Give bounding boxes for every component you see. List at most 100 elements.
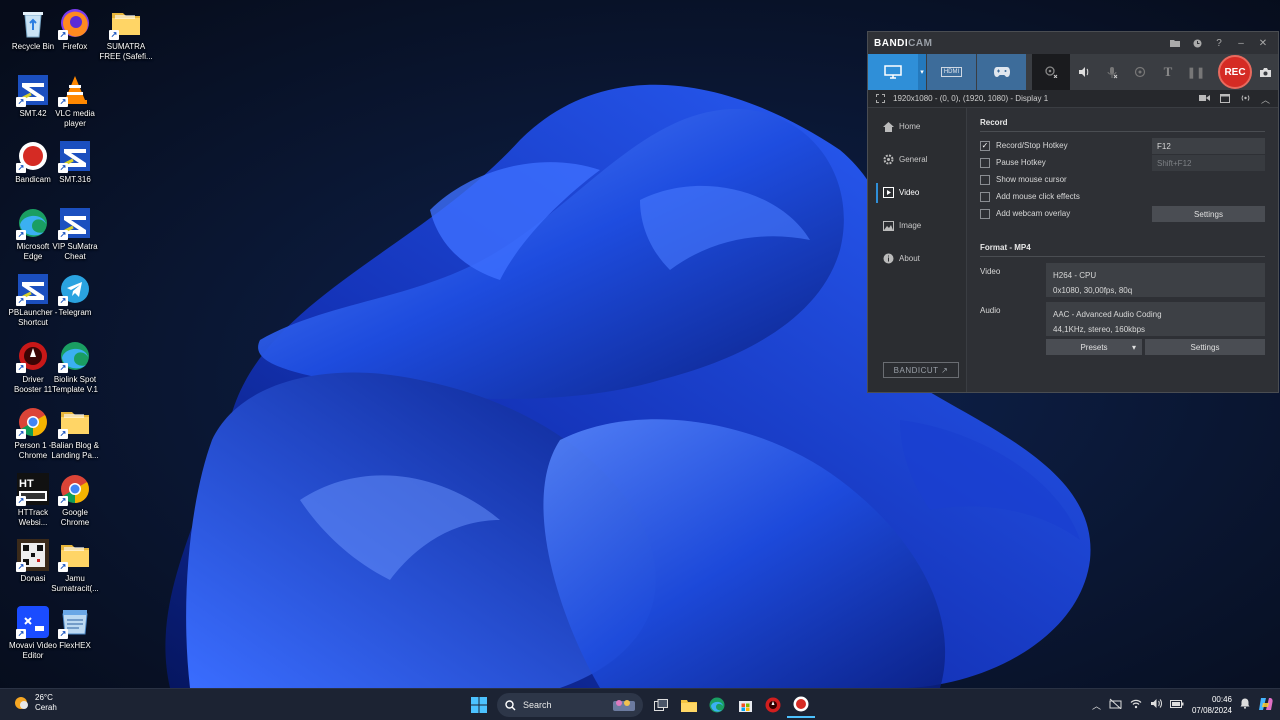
webcam-off-icon [1045,66,1058,78]
device-mode-button[interactable]: HDMI [927,54,976,90]
microsoft-store-icon[interactable] [731,692,759,718]
webcam-overlay-checkbox[interactable] [980,208,990,219]
desktop-icon-item[interactable]: ↗ Balian Blog & Landing Pa... [42,402,108,464]
weather-widget[interactable]: 26°C Cerah [12,693,57,713]
broadcast-icon[interactable] [1240,94,1251,104]
volume-icon[interactable] [1150,698,1162,712]
edge-icon[interactable] [703,692,731,718]
shortcut-arrow-icon: ↗ [16,496,26,506]
sidebar-item-general[interactable]: General [868,143,966,176]
help-icon[interactable]: ? [1208,32,1230,54]
desktop-icon-item[interactable]: ↗ FlexHEX [42,602,108,664]
desktop-icon-item[interactable]: ↗ Biolink Spot Template V.1 [42,336,108,398]
shortcut-arrow-icon: ↗ [16,97,26,107]
desktop-icon-label: Telegram [58,308,92,317]
screen-mode-button[interactable] [868,54,918,90]
notification-bell-icon[interactable] [1240,698,1250,712]
taskbar-clock[interactable]: 00:46 07/08/2024 [1192,694,1232,716]
desktop-icon-label: Jamu Sumatracit(... [51,574,99,593]
copilot-icon[interactable] [1258,697,1274,714]
shortcut-arrow-icon: ↗ [58,496,68,506]
desktop-icon-label: VLC media player [55,109,95,128]
wifi-icon[interactable] [1130,699,1142,712]
chevron-down-icon: ▾ [1131,342,1136,352]
driver-booster-taskbar-icon[interactable] [759,692,787,718]
sidebar-item-video[interactable]: Video [868,176,966,209]
checkbox-label: Add webcam overlay [996,209,1071,218]
home-icon [882,121,894,133]
desktop-icon-label: Balian Blog & Landing Pa... [50,441,100,460]
battery-icon[interactable] [1169,699,1184,711]
sidebar-item-label: Home [899,122,921,131]
sidebar-item-home[interactable]: Home [868,110,966,143]
taskbar-search[interactable]: Search [497,693,643,717]
desktop-icon-label: SUMATRA FREE (Safefi... [99,42,153,61]
audio-format-row: Audio AAC - Advanced Audio Coding 44,1KH… [980,302,1265,336]
audio-format-info[interactable]: AAC - Advanced Audio Coding 44,1KHz, ste… [1046,302,1265,336]
webcam-overlay-row: Add webcam overlay Settings [980,205,1265,222]
screenshot-camera-icon[interactable] [1254,54,1276,90]
bandicam-titlebar[interactable]: BANDICAM ? – ✕ [868,32,1278,54]
desktop-icon-label: FlexHEX [59,641,91,650]
bandicam-taskbar-icon[interactable] [787,692,815,718]
webcam-settings-button[interactable]: Settings [1152,206,1265,222]
shortcut-arrow-icon: ↗ [58,30,68,40]
shortcut-arrow-icon: ↗ [58,163,68,173]
desktop-icon-label: SMT.316 [59,175,91,184]
rec-button[interactable]: REC [1218,55,1252,89]
record-stop-hotkey-field[interactable]: F12 [1152,138,1265,154]
pause-icon[interactable]: ❚❚ [1182,54,1210,90]
desktop-icon-item[interactable]: ↗ SMT.316 [42,136,108,198]
network-off-icon[interactable] [1109,698,1122,712]
screen-mode-dropdown[interactable]: ▾ [918,54,926,90]
minimize-icon[interactable]: – [1230,32,1252,54]
text-overlay-icon[interactable]: T [1154,54,1182,90]
desktop-icon-item[interactable]: ↗ Telegram [42,269,108,331]
weather-temperature: 26°C [35,693,53,702]
audio-format-label: Audio [980,306,1001,315]
format-settings-button[interactable]: Settings [1145,339,1265,355]
pause-hotkey-checkbox[interactable] [980,157,990,168]
show-hidden-icons-chevron-icon[interactable]: ︿ [1092,699,1101,712]
shortcut-arrow-icon: ↗ [16,429,26,439]
game-mode-button[interactable] [977,54,1026,90]
clock-icon[interactable] [1186,32,1208,54]
capture-area-bar: 1920x1080 - (0, 0), (1920, 1080) - Displ… [868,90,1278,108]
video-format-info[interactable]: H264 - CPU 0x1080, 30,00fps, 80q [1046,263,1265,297]
show-mouse-cursor-checkbox[interactable] [980,174,990,185]
audio-codec-text: AAC - Advanced Audio Coding [1053,310,1162,319]
window-icon[interactable] [1219,93,1230,105]
file-explorer-icon[interactable] [675,692,703,718]
firefox-icon: ↗ [58,7,91,40]
close-icon[interactable]: ✕ [1252,32,1274,54]
area-select-icon[interactable] [876,94,885,103]
presets-dropdown[interactable]: Presets ▾ [1046,339,1142,355]
desktop-icon-item[interactable]: ↗ SUMATRA FREE (Safefi... [93,3,159,65]
mouse-click-icon[interactable] [1126,54,1154,90]
start-windows-icon[interactable] [465,692,493,718]
desktop-icon-item[interactable]: ↗ Jamu Sumatracit(... [42,535,108,597]
microphone-off-icon[interactable] [1098,54,1126,90]
gear-icon [882,154,894,166]
mouse-click-effects-checkbox[interactable] [980,191,990,202]
clock-time: 00:46 [1211,695,1232,704]
folder-icon[interactable] [1164,32,1186,54]
shortcut-arrow-icon: ↗ [58,296,68,306]
record-stop-hotkey-checkbox[interactable]: ✓ [980,140,990,151]
desktop-icon-item[interactable]: ↗ Google Chrome [42,469,108,531]
bandicam-sidebar: Home General Video Image About BANDICUT … [868,108,967,392]
sidebar-item-about[interactable]: About [868,242,966,275]
camcorder-icon[interactable] [1198,94,1210,104]
bandicut-button[interactable]: BANDICUT ↗ [883,362,959,378]
desktop-icon-item[interactable]: ↗ VIP SuMatra Cheat [42,203,108,265]
sidebar-item-image[interactable]: Image [868,209,966,242]
webcam-toggle[interactable] [1032,54,1070,90]
collapse-chevron-icon[interactable]: ︿ [1261,93,1270,106]
task-view-icon[interactable] [647,692,675,718]
video-codec-text: H264 - CPU [1053,271,1097,280]
speaker-icon[interactable] [1070,54,1098,90]
smt-icon: ↗ [58,207,91,240]
video-format-row: Video H264 - CPU 0x1080, 30,00fps, 80q [980,263,1265,297]
desktop-icon-item[interactable]: ↗ VLC media player [42,70,108,132]
sidebar-item-label: General [899,155,928,164]
